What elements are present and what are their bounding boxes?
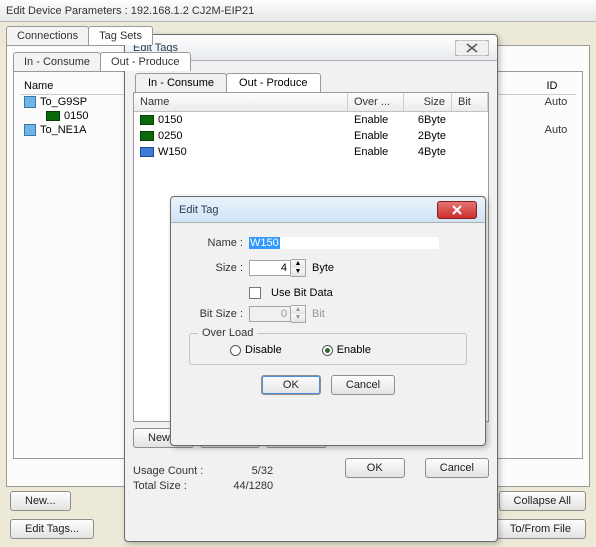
edit-tags-button[interactable]: Edit Tags... — [10, 519, 94, 539]
tab-tag-sets[interactable]: Tag Sets — [88, 26, 153, 45]
cell-bit — [452, 129, 488, 143]
bit-size-label: Bit Size : — [189, 308, 243, 320]
tree-item-label: 0150 — [64, 110, 88, 122]
tab-in-consume[interactable]: In - Consume — [135, 73, 227, 92]
memory-icon — [140, 147, 154, 157]
grid-row[interactable]: 0250 Enable 2Byte — [134, 128, 488, 144]
cell-name: 0150 — [158, 114, 182, 126]
size-input[interactable] — [249, 260, 291, 276]
col-id: ID — [532, 80, 572, 92]
total-size-label: Total Size : — [133, 479, 203, 494]
to-from-file-button[interactable]: To/From File — [495, 519, 586, 539]
up-arrow-icon[interactable]: ▲ — [291, 260, 305, 268]
radio-enable[interactable]: Enable — [322, 344, 371, 356]
grid-header: Name Over ... Size Bit — [134, 93, 488, 112]
dialog-buttons: OK Cancel — [189, 375, 467, 395]
cell-over: Enable — [348, 129, 404, 143]
network-icon — [24, 124, 36, 136]
close-icon[interactable] — [455, 40, 489, 56]
cell-name: W150 — [158, 146, 187, 158]
cancel-button[interactable]: Cancel — [425, 458, 489, 478]
usage-count-value: 5/32 — [233, 464, 273, 479]
use-bit-label: Use Bit Data — [271, 287, 333, 299]
spinner-arrows[interactable]: ▲▼ — [291, 259, 306, 277]
grid-row[interactable]: 0150 Enable 6Byte — [134, 112, 488, 128]
name-input[interactable]: W150 — [249, 237, 439, 249]
edit-tag-dialog: Edit Tag Name : W150 Size : ▲▼ Byte Use … — [170, 196, 486, 446]
size-unit: Byte — [312, 262, 334, 274]
name-value-selected: W150 — [249, 237, 280, 249]
collapse-all-button[interactable]: Collapse All — [499, 491, 586, 511]
tree-item-label: To_NE1A — [40, 124, 86, 136]
down-arrow-icon[interactable]: ▼ — [291, 268, 305, 276]
tree-id: Auto — [536, 124, 576, 136]
ok-button[interactable]: OK — [345, 458, 405, 478]
col-overload[interactable]: Over ... — [348, 93, 404, 111]
cell-size: 4Byte — [404, 145, 452, 159]
col-size[interactable]: Size — [404, 93, 452, 111]
bit-size-spinner: ▲▼ — [249, 305, 306, 323]
edit-tags-tabs: In - Consume Out - Produce — [135, 73, 487, 92]
bit-size-input — [249, 306, 291, 322]
overload-group: Over Load Disable Enable — [189, 333, 467, 365]
new-button[interactable]: New... — [10, 491, 71, 511]
spinner-arrows: ▲▼ — [291, 305, 306, 323]
enable-label: Enable — [337, 344, 371, 356]
subtab-out-produce[interactable]: Out - Produce — [100, 52, 190, 71]
tree-item-label: To_G9SP — [40, 96, 87, 108]
window-title: Edit Device Parameters : 192.168.1.2 CJ2… — [6, 5, 590, 17]
dialog-titlebar[interactable]: Edit Tag — [171, 197, 485, 223]
usage-count-label: Usage Count : — [133, 464, 203, 479]
use-bit-checkbox[interactable] — [249, 287, 261, 299]
radio-icon — [230, 345, 241, 356]
bit-unit: Bit — [312, 308, 325, 320]
cell-bit — [452, 145, 488, 159]
size-spinner[interactable]: ▲▼ — [249, 259, 306, 277]
dialog-body: Name : W150 Size : ▲▼ Byte Use Bit Data … — [171, 223, 485, 405]
cell-over: Enable — [348, 113, 404, 127]
cell-size: 2Byte — [404, 129, 452, 143]
cell-bit — [452, 113, 488, 127]
grid-row[interactable]: W150 Enable 4Byte — [134, 144, 488, 160]
size-label: Size : — [189, 262, 243, 274]
close-button[interactable] — [437, 201, 477, 219]
usage-info: Usage Count : Total Size : 5/32 44/1280 — [133, 464, 273, 494]
col-name: Name — [24, 80, 53, 92]
radio-disable[interactable]: Disable — [230, 344, 282, 356]
network-icon — [24, 96, 36, 108]
cell-size: 6Byte — [404, 113, 452, 127]
subtab-in-consume[interactable]: In - Consume — [13, 52, 101, 71]
radio-icon — [322, 345, 333, 356]
memory-icon — [140, 115, 154, 125]
name-label: Name : — [189, 237, 243, 249]
memory-icon — [46, 111, 60, 121]
tab-connections[interactable]: Connections — [6, 26, 89, 45]
disable-label: Disable — [245, 344, 282, 356]
titlebar: Edit Device Parameters : 192.168.1.2 CJ2… — [0, 0, 596, 22]
ok-button[interactable]: OK — [261, 375, 321, 395]
tab-out-produce[interactable]: Out - Produce — [226, 73, 320, 92]
cell-name: 0250 — [158, 130, 182, 142]
memory-icon — [140, 131, 154, 141]
overload-legend: Over Load — [198, 327, 257, 339]
col-name[interactable]: Name — [134, 93, 348, 111]
cancel-button[interactable]: Cancel — [331, 375, 395, 395]
cell-over: Enable — [348, 145, 404, 159]
dialog-title: Edit Tag — [179, 204, 437, 216]
total-size-value: 44/1280 — [233, 479, 273, 494]
col-bit[interactable]: Bit — [452, 93, 488, 111]
tree-id: Auto — [536, 96, 576, 108]
